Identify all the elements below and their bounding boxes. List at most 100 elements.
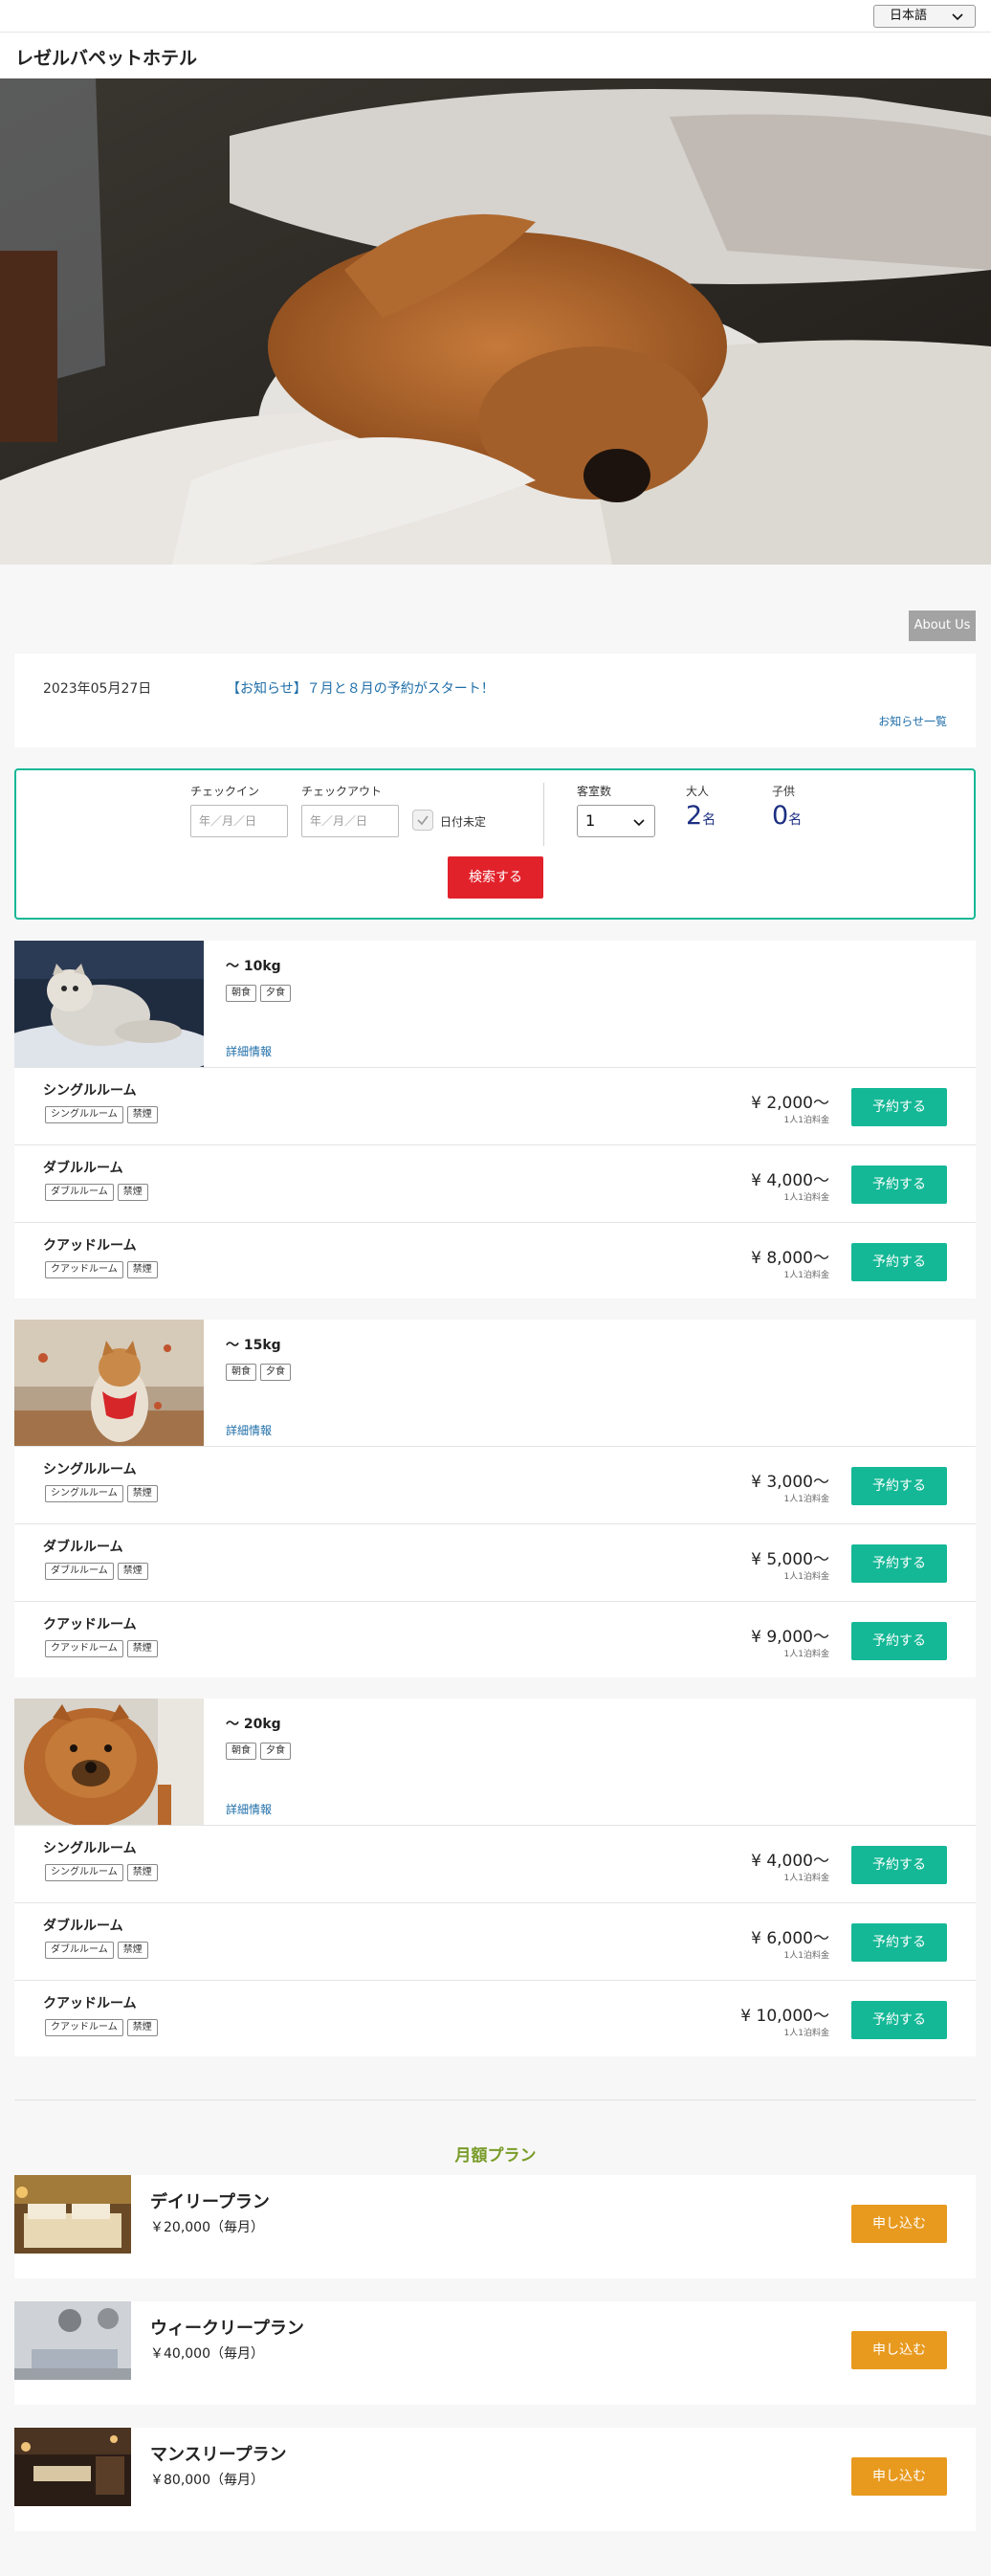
plan-price: ￥80,000（毎月） [150,2473,264,2488]
news-title-link[interactable]: 【お知らせ】７月と８月の予約がスタート！ [227,678,495,698]
meal-tag: 朝食 [226,985,256,1002]
room-price: ¥ 6,000〜 [751,1929,829,1948]
room-price: ¥ 8,000〜 [751,1249,829,1268]
room-name: クアッドルーム [43,1996,137,2011]
room-row: クアッドルーム クアッドルーム 禁煙 ¥ 10,000〜 1人1泊料金 予約する [14,1980,976,2057]
chevron-down-icon [633,819,645,827]
room-tag: ダブルルーム [45,1184,114,1201]
room-row: ダブルルーム ダブルルーム 禁煙 ¥ 5,000〜 1人1泊料金 予約する [14,1523,976,1601]
room-name: クアッドルーム [43,1238,137,1254]
top-bar: 日本語 [0,0,991,33]
pet-card-10kg: 〜 10kg 朝食 夕食 詳細情報 シングルルーム シングルルーム 禁煙 ¥ 2,0… [14,941,976,1299]
room-name: シングルルーム [43,1462,137,1477]
room-row: クアッドルーム クアッドルーム 禁煙 ¥ 9,000〜 1人1泊料金 予約する [14,1601,976,1678]
booking-search-panel: チェックイン 年／月／日 チェックアウト 年／月／日 日付未定 客室数 1 大人… [14,768,976,920]
room-tag: 禁煙 [126,1106,158,1123]
room-row: シングルルーム シングルルーム 禁煙 ¥ 3,000〜 1人1泊料金 予約する [14,1446,976,1523]
children-label: 子供 [772,785,796,798]
apply-button[interactable]: 申し込む [851,2205,947,2243]
book-button[interactable]: 予約する [851,1544,947,1583]
book-button[interactable]: 予約する [851,1923,947,1962]
detail-link[interactable]: 詳細情報 [226,1043,272,1059]
detail-link[interactable]: 詳細情報 [226,1801,272,1817]
apply-button[interactable]: 申し込む [851,2457,947,2496]
room-tag: クアッドルーム [45,1640,123,1657]
room-price: ¥ 2,000〜 [751,1094,829,1113]
book-button[interactable]: 予約する [851,1622,947,1660]
adults-count[interactable]: 2名 [686,801,716,831]
search-button[interactable]: 検索する [448,856,543,899]
pet-image-chow [14,1699,204,1825]
book-button[interactable]: 予約する [851,1467,947,1505]
room-tag: ダブルルーム [45,1942,114,1959]
site-header: レゼルバペットホテル [0,33,991,78]
about-us-button[interactable]: About Us [909,611,976,641]
meal-tag: 夕食 [260,1364,291,1381]
plan-card-daily: デイリープラン ￥20,000（毎月） 申し込む [14,2175,976,2278]
pet-size-label: 〜 10kg [226,959,281,974]
meal-tag: 朝食 [226,1743,256,1760]
language-select[interactable]: 日本語 [873,5,976,28]
room-row: ダブルルーム ダブルルーム 禁煙 ¥ 6,000〜 1人1泊料金 予約する [14,1902,976,1980]
book-button[interactable]: 予約する [851,1166,947,1204]
news-date: 2023年05月27日 [43,681,152,697]
plan-price: ￥20,000（毎月） [150,2220,264,2235]
plan-image-living-room [14,2301,131,2380]
rooms-select[interactable]: 1 [577,805,655,837]
price-unit: 1人1泊料金 [783,1951,829,1961]
room-tag: 禁煙 [117,1563,148,1580]
apply-button[interactable]: 申し込む [851,2331,947,2369]
pet-image-shiba [14,1320,204,1446]
room-tag: 禁煙 [126,1485,158,1502]
search-divider [543,783,544,846]
children-value: 0 [772,801,789,831]
site-title[interactable]: レゼルバペットホテル [15,44,197,70]
room-price: ¥ 4,000〜 [751,1852,829,1871]
room-tag: クアッドルーム [45,2019,123,2036]
room-tag: シングルルーム [45,1106,123,1123]
room-name: シングルルーム [43,1083,137,1099]
price-unit: 1人1泊料金 [783,1271,829,1280]
plan-image-hotel-room [14,2428,131,2506]
plan-name: ウィークリープラン [150,2319,304,2339]
room-tag: 禁煙 [126,1864,158,1881]
room-price: ¥ 3,000〜 [751,1473,829,1492]
section-divider [14,2099,976,2100]
price-unit: 1人1泊料金 [783,1495,829,1504]
hero-image [0,78,991,565]
room-price: ¥ 9,000〜 [751,1628,829,1647]
date-undecided-label: 日付未定 [440,815,487,829]
room-tag: ダブルルーム [45,1563,114,1580]
pet-image-cat [14,941,204,1067]
room-tag: 禁煙 [117,1942,148,1959]
plan-name: マンスリープラン [150,2445,287,2465]
book-button[interactable]: 予約する [851,1243,947,1281]
date-undecided-checkbox[interactable] [412,810,433,831]
pet-size-label: 〜 20kg [226,1717,281,1732]
meal-tags: 朝食 夕食 [226,1739,295,1760]
children-unit: 名 [788,812,803,828]
room-name: ダブルルーム [43,1919,123,1934]
book-button[interactable]: 予約する [851,2001,947,2039]
detail-link[interactable]: 詳細情報 [226,1422,272,1438]
language-select-value: 日本語 [890,9,928,23]
monthly-plans-title: 月額プラン [454,2146,537,2165]
room-tag: 禁煙 [117,1184,148,1201]
plan-image-bedroom [14,2175,131,2254]
checkin-date-input[interactable]: 年／月／日 [190,805,288,837]
children-count[interactable]: 0名 [772,801,802,831]
room-name: クアッドルーム [43,1617,137,1632]
price-unit: 1人1泊料金 [783,1116,829,1125]
book-button[interactable]: 予約する [851,1088,947,1126]
price-unit: 1人1泊料金 [783,1650,829,1659]
plan-card-weekly: ウィークリープラン ￥40,000（毎月） 申し込む [14,2301,976,2405]
room-tag: シングルルーム [45,1864,123,1881]
news-list-link[interactable]: お知らせ一覧 [878,713,947,729]
room-row: シングルルーム シングルルーム 禁煙 ¥ 2,000〜 1人1泊料金 予約する [14,1067,976,1144]
room-tag: シングルルーム [45,1485,123,1502]
room-tag: 禁煙 [126,1261,158,1278]
sleeping-dog-image [0,78,991,565]
checkout-date-input[interactable]: 年／月／日 [301,805,399,837]
adults-value: 2 [686,801,703,831]
book-button[interactable]: 予約する [851,1846,947,1884]
